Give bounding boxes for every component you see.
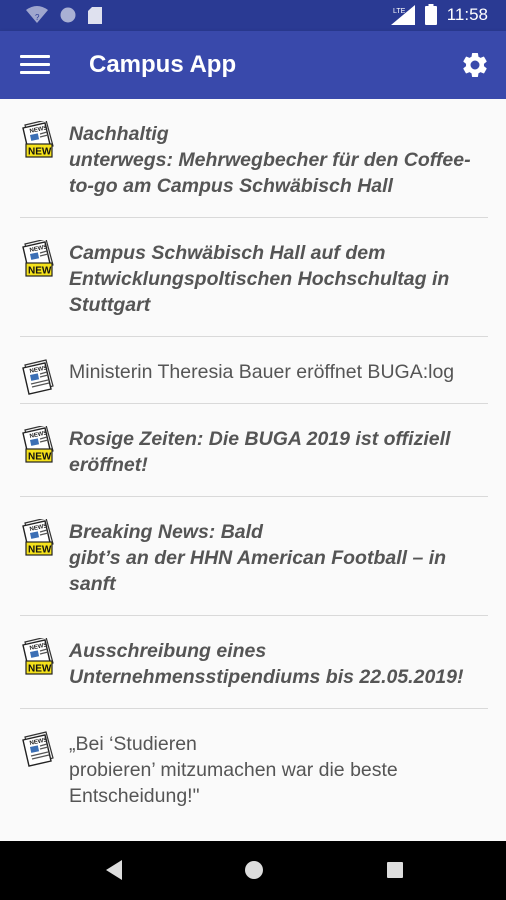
news-title: „Bei ‘Studieren probieren’ mitzumachen w… [69,733,398,807]
news-new-icon: NEWS NEW [22,517,54,557]
news-item[interactable]: NEWS NEW Campus Schwäbisch Hall auf dem En… [20,218,488,337]
menu-icon [20,55,50,58]
menu-button[interactable] [20,52,50,78]
signal-icon: LTE [390,4,415,25]
navigation-bar [0,841,506,900]
sd-card-icon [88,6,102,24]
news-icon: NEWS [22,359,54,397]
news-new-icon: NEWS NEW [22,119,54,159]
news-title: Nachhaltig unterwegs: Mehrwegbecher für … [69,123,471,197]
recents-icon[interactable] [384,858,406,882]
svg-text:?: ? [35,13,40,22]
settings-button[interactable] [460,50,490,80]
sync-icon [60,7,76,23]
news-title: Ministerin Theresia Bauer eröffnet BUGA:… [69,361,455,383]
news-new-icon: NEWS NEW [22,424,54,464]
back-icon[interactable] [102,858,124,882]
app-title: Campus App [89,51,237,78]
svg-text:LTE: LTE [393,8,406,15]
battery-icon [424,4,437,25]
clock: 11:58 [446,4,488,24]
app-bar: Campus App [0,31,506,99]
news-new-icon: NEWS NEW [22,636,54,676]
news-new-icon: NEWS NEW [22,238,54,278]
news-item[interactable]: NEWS Ministerin Theresia Bauer eröffnet B… [20,337,488,404]
news-icon: NEWS [22,731,54,769]
news-title: Rosige Zeiten: Die BUGA 2019 ist offizie… [69,428,451,476]
news-item[interactable]: NEWS NEW Nachhaltig unterwegs: Mehrwegbech… [20,99,488,218]
news-item[interactable]: NEWS NEW Ausschreibung eines Unternehmenss… [20,616,488,709]
news-item[interactable]: NEWS NEW Breaking News: Bald gibt’s an der… [20,497,488,616]
home-icon[interactable] [243,858,265,882]
svg-text:NEW: NEW [28,147,52,158]
news-list[interactable]: NEWS NEW Nachhaltig unterwegs: Mehrwegbech… [0,99,506,821]
gear-icon [463,52,487,77]
svg-text:NEW: NEW [28,266,52,277]
news-item[interactable]: NEWS NEW Rosige Zeiten: Die BUGA 2019 ist … [20,404,488,497]
svg-text:NEW: NEW [28,664,52,675]
news-title: Ausschreibung eines Unternehmensstipendi… [69,640,464,688]
svg-text:NEW: NEW [28,545,52,556]
news-item[interactable]: NEWS „Bei ‘Studieren probieren’ mitzumach… [20,709,488,821]
wifi-icon: ? [26,6,48,23]
menu-icon-bar [20,71,50,74]
news-title: Breaking News: Bald gibt’s an der HHN Am… [69,521,447,595]
status-bar: ? LTE 11:58 [0,0,506,31]
news-title: Campus Schwäbisch Hall auf dem Entwicklu… [69,242,450,316]
svg-text:NEW: NEW [28,452,52,463]
menu-icon-bar [20,63,50,66]
